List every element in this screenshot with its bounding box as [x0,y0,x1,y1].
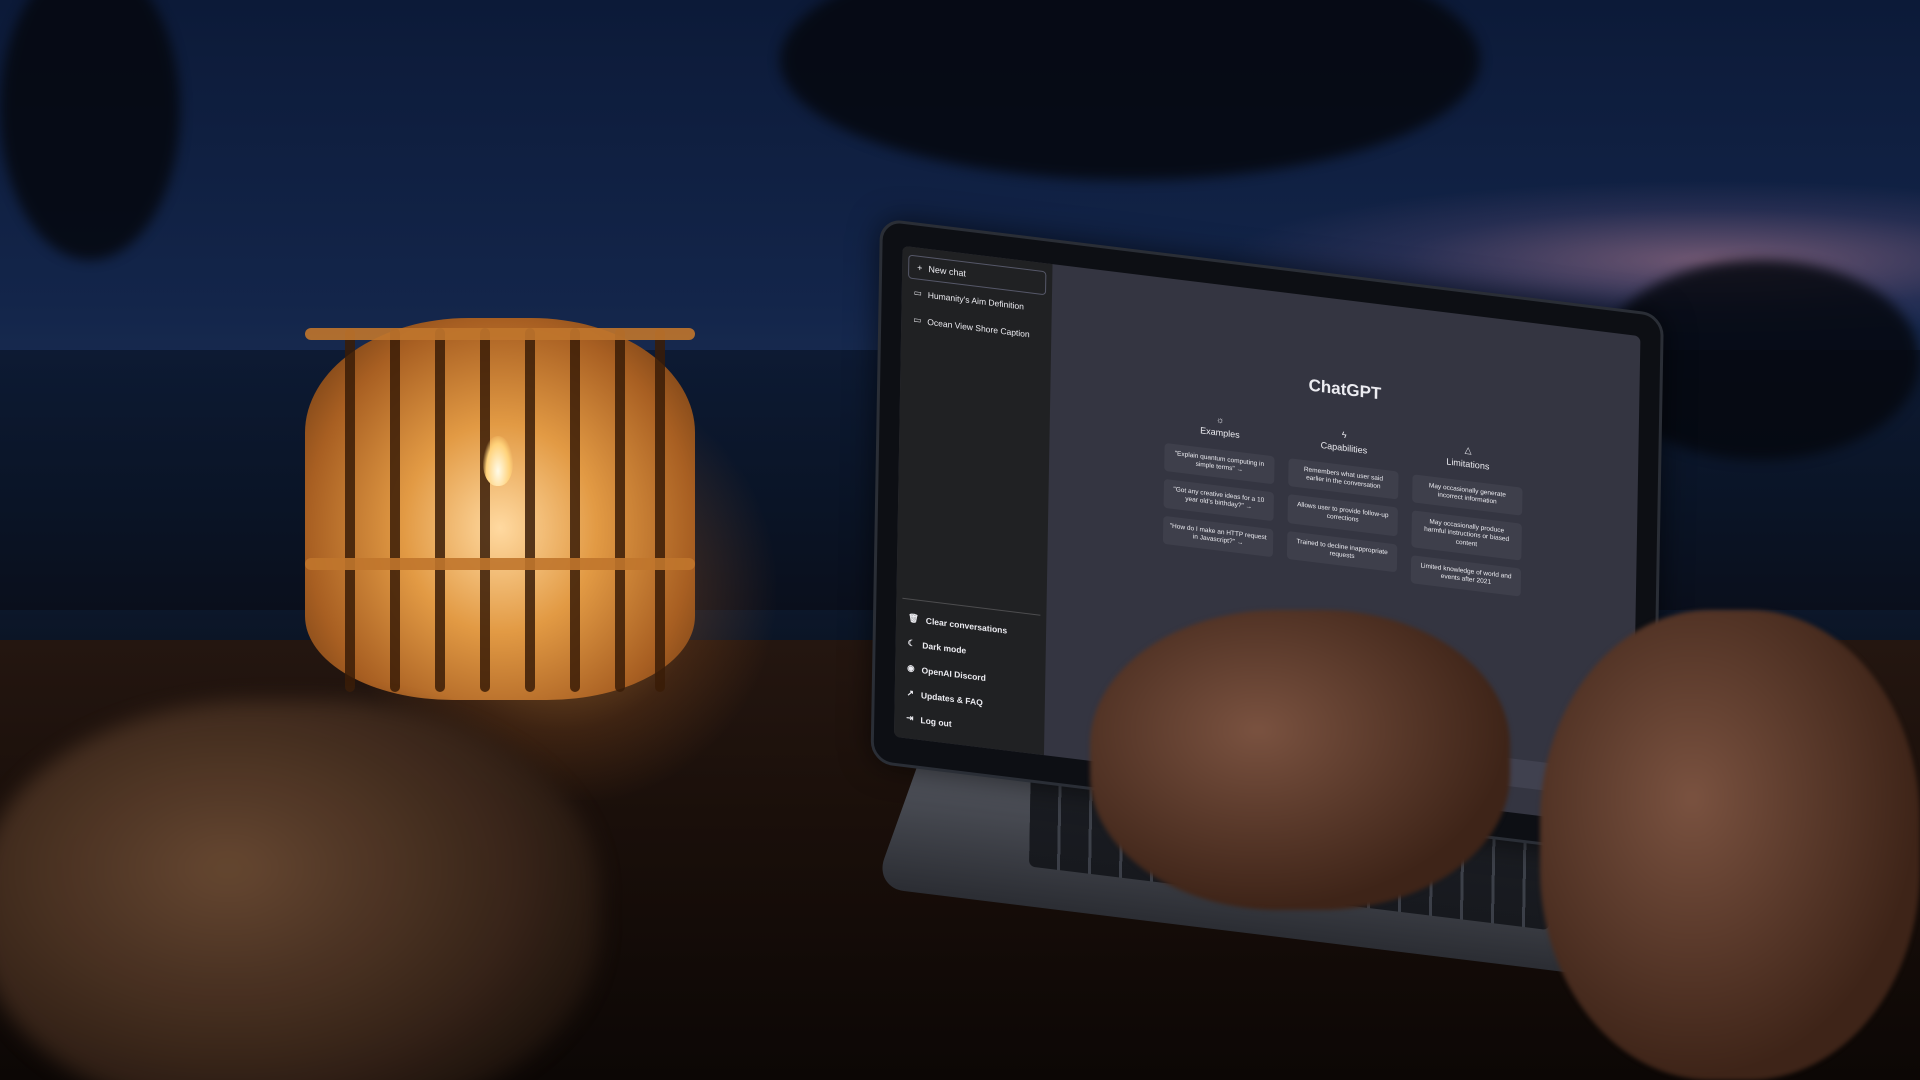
column-heading: Limitations [1446,456,1490,472]
moon-icon: ☾ [907,637,916,649]
sidebar: + New chat ▭ Humanity's Aim Definition ▭… [893,245,1053,756]
page-title: ChatGPT [1308,375,1382,404]
examples-column: ☼ Examples "Explain quantum computing in… [1162,408,1276,566]
logout-icon: ⇥ [906,712,914,724]
info-card: Limited knowledge of world and events af… [1410,554,1522,597]
sidebar-item-label: Updates & FAQ [920,689,983,708]
blurred-cup [0,700,600,1080]
trash-icon: 🗑 [907,612,919,624]
info-card: Remembers what user said earlier in the … [1288,458,1399,500]
new-chat-label: New chat [928,263,967,279]
sidebar-item-label: Log out [920,714,952,729]
example-prompt-card[interactable]: "Explain quantum computing in simple ter… [1164,442,1275,485]
sidebar-item-label: Clear conversations [925,615,1008,636]
candle-flame [483,436,513,486]
history-item-label: Ocean View Shore Caption [927,316,1030,339]
warning-icon: △ [1464,444,1472,456]
example-prompt-card[interactable]: "How do I make an HTTP request in Javasc… [1162,515,1274,557]
left-hand [1090,610,1510,910]
limitations-column: △ Limitations May occasionally generate … [1410,438,1524,597]
sidebar-footer: 🗑 Clear conversations ☾ Dark mode ◉ Open… [900,597,1041,747]
plus-icon: + [917,262,923,274]
chat-bubble-icon: ▭ [913,287,922,299]
photo-scene: + New chat ▭ Humanity's Aim Definition ▭… [0,0,1920,1080]
bolt-icon: ϟ [1341,429,1347,441]
rattan-lantern [305,318,695,700]
feature-columns: ☼ Examples "Explain quantum computing in… [1162,408,1524,597]
column-heading: Capabilities [1320,440,1368,456]
chat-bubble-icon: ▭ [913,314,922,326]
info-card: May occasionally produce harmful instruc… [1411,510,1522,561]
discord-icon: ◉ [907,662,915,674]
sun-icon: ☼ [1215,414,1225,426]
info-card: May occasionally generate incorrect info… [1412,474,1523,516]
sidebar-item-label: OpenAI Discord [921,664,986,683]
right-hand [1540,610,1920,1080]
capabilities-column: ϟ Capabilities Remembers what user said … [1286,423,1400,581]
example-prompt-card[interactable]: "Got any creative ideas for a 10 year ol… [1163,479,1274,521]
column-heading: Examples [1200,425,1240,441]
sidebar-item-label: Dark mode [922,639,967,656]
info-card: Allows user to provide follow-up correct… [1287,494,1398,536]
history-item-label: Humanity's Aim Definition [927,289,1024,312]
info-card: Trained to decline inappropriate request… [1286,530,1398,573]
external-link-icon: ↗ [906,687,914,699]
